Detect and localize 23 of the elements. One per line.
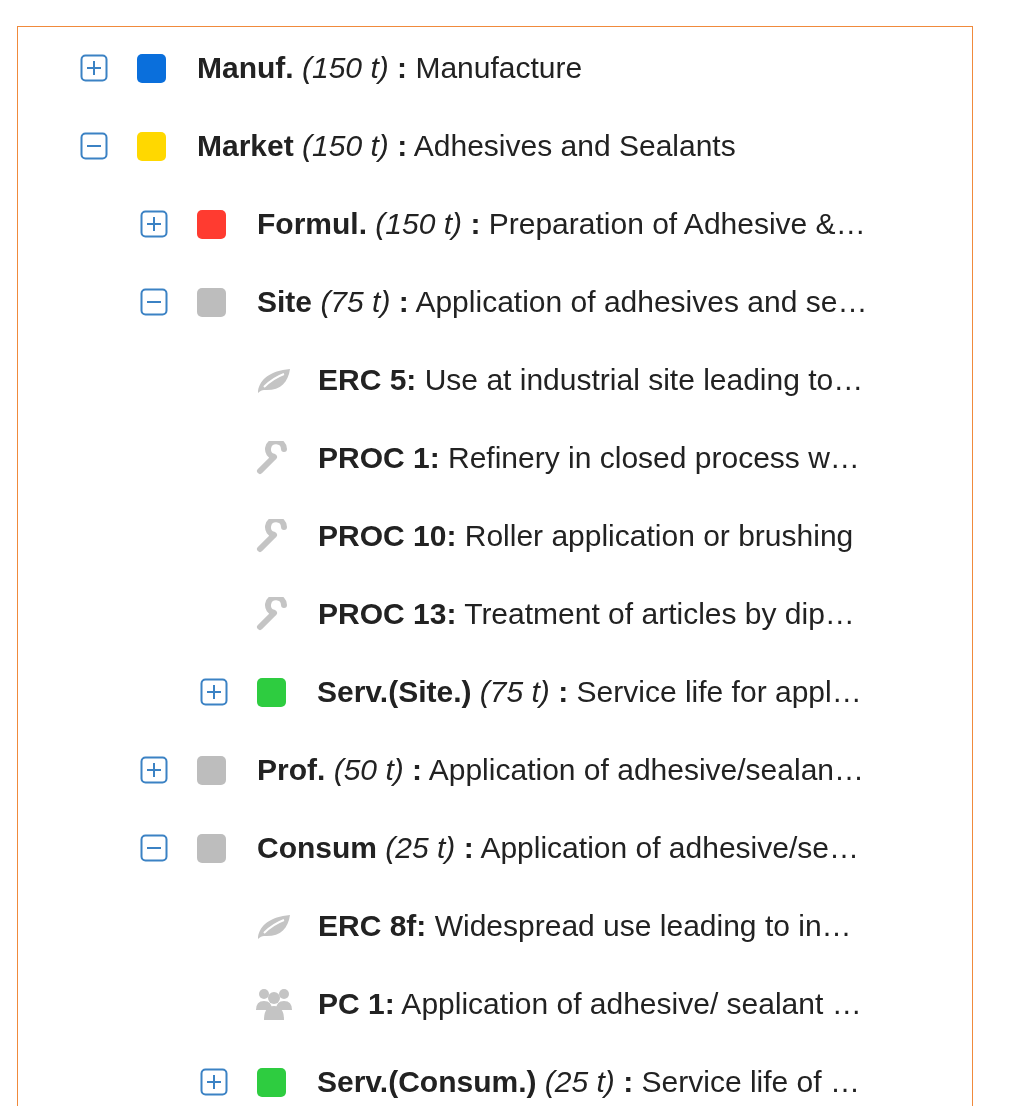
tree-item[interactable]: PC 1: Application of adhesive/ sealant … bbox=[318, 987, 862, 1021]
expand-icon[interactable] bbox=[140, 756, 168, 784]
collapse-icon[interactable] bbox=[140, 288, 168, 316]
people-icon bbox=[254, 986, 294, 1022]
tree-item[interactable]: ERC 8f: Widespread use leading to in… bbox=[318, 909, 852, 943]
tree-item[interactable]: Serv.(Consum.) (25 t) : Service life of … bbox=[317, 1065, 860, 1099]
tree-item[interactable]: Consum (25 t) : Application of adhesive/se… bbox=[257, 831, 859, 865]
tree-item[interactable]: Market (150 t) : Adhesives and Sealants bbox=[197, 129, 736, 163]
expand-icon[interactable] bbox=[140, 210, 168, 238]
collapse-icon[interactable] bbox=[140, 834, 168, 862]
collapse-icon[interactable] bbox=[80, 132, 108, 160]
tree-item[interactable]: Prof. (50 t) : Application of adhesive/sealan… bbox=[257, 753, 865, 787]
tree-item[interactable]: PROC 13: Treatment of articles by dip… bbox=[318, 597, 855, 631]
tree-item[interactable]: Formul. (150 t) : Preparation of Adhesive &… bbox=[257, 207, 866, 241]
tree-item[interactable]: Serv.(Site.) (75 t) : Service life for appl… bbox=[317, 675, 862, 709]
expand-icon[interactable] bbox=[200, 678, 228, 706]
tree-item[interactable]: PROC 1: Refinery in closed process w… bbox=[318, 441, 860, 475]
tree-item[interactable]: Site (75 t) : Application of adhesives and se… bbox=[257, 285, 868, 319]
tree-item[interactable]: PROC 10: Roller application or brushing bbox=[318, 519, 854, 553]
tree-item[interactable]: ERC 5: Use at industrial site leading to… bbox=[318, 363, 864, 397]
tree-item[interactable]: Manuf. (150 t) : Manufacture bbox=[197, 51, 583, 85]
expand-icon[interactable] bbox=[200, 1068, 228, 1096]
expand-icon[interactable] bbox=[80, 54, 108, 82]
